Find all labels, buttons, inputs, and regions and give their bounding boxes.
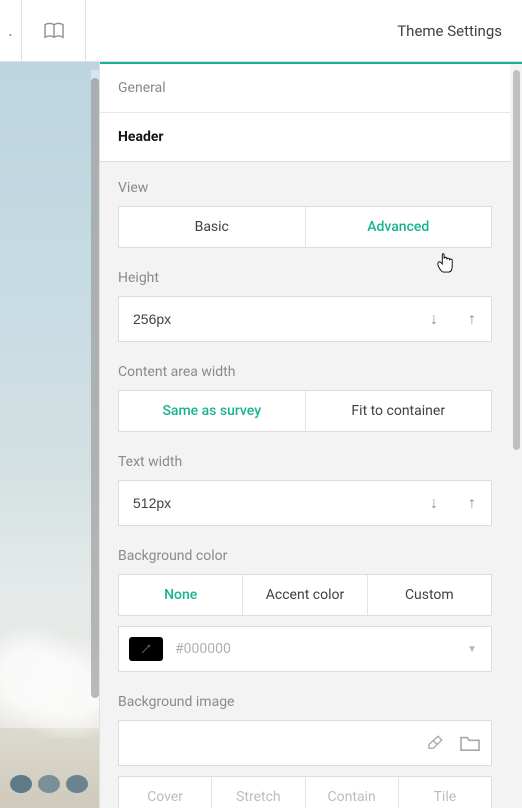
bg-image-input-row [118,720,492,766]
preview-scrollbar[interactable] [91,70,99,710]
toolbar-left-group: . [0,0,86,61]
canvas-preview [0,62,100,808]
dots-icon: . [8,20,13,41]
height-decrease-button[interactable]: ↓ [415,297,453,341]
bg-color-toggle: None Accent color Custom [118,574,492,616]
book-icon [43,22,65,40]
content-width-option-same[interactable]: Same as survey [119,391,306,431]
chevron-down-icon: ▼ [467,644,477,655]
height-increase-button[interactable]: ↑ [453,297,491,341]
content-width-option-fit[interactable]: Fit to container [306,391,492,431]
view-label: View [118,180,492,196]
panel-title: Theme Settings [397,0,502,62]
bg-image-fit-toggle: Cover Stretch Contain Tile [118,776,492,808]
bg-image-label: Background image [118,694,492,710]
view-option-advanced[interactable]: Advanced [306,207,492,247]
content-width-group: Content area width Same as survey Fit to… [118,364,492,432]
section-header[interactable]: Header [100,113,510,162]
folder-icon [459,734,481,752]
arrow-up-icon: ↑ [468,309,476,329]
bg-image-fit-tile[interactable]: Tile [399,777,491,808]
eyedropper-icon [140,643,152,655]
color-swatch [129,637,163,661]
bg-image-clear-button[interactable] [425,734,445,752]
bg-color-option-custom[interactable]: Custom [368,575,491,615]
view-option-basic[interactable]: Basic [119,207,306,247]
bg-color-group: Background color None Accent color Custo… [118,548,492,672]
text-width-increase-button[interactable]: ↑ [453,481,491,525]
text-width-input[interactable] [119,481,415,525]
bg-color-picker[interactable]: #000000 ▼ [118,626,492,672]
panel-scrollbar[interactable] [512,68,522,804]
content-width-toggle: Same as survey Fit to container [118,390,492,432]
top-toolbar: . Theme Settings [0,0,522,62]
text-width-group: Text width ↓ ↑ [118,454,492,526]
bg-image-fit-contain[interactable]: Contain [306,777,399,808]
bg-image-fit-stretch[interactable]: Stretch [212,777,305,808]
arrow-down-icon: ↓ [430,309,438,329]
bg-color-option-none[interactable]: None [119,575,243,615]
bg-image-browse-button[interactable] [459,734,481,752]
bg-color-hex: #000000 [175,641,231,657]
text-width-label: Text width [118,454,492,470]
arrow-down-icon: ↓ [430,493,438,513]
bg-color-option-accent[interactable]: Accent color [243,575,367,615]
arrow-up-icon: ↑ [468,493,476,513]
eraser-icon [425,734,445,752]
section-general[interactable]: General [100,64,510,113]
height-input[interactable] [119,297,415,341]
bg-color-label: Background color [118,548,492,564]
scrollbar-thumb[interactable] [513,70,520,450]
view-toggle: Basic Advanced [118,206,492,248]
height-label: Height [118,270,492,286]
preview-button[interactable] [22,0,86,61]
height-group: Height ↓ ↑ [118,270,492,342]
bg-image-group: Background image [118,694,492,808]
more-menu-button[interactable]: . [0,0,22,61]
bg-image-fit-cover[interactable]: Cover [119,777,212,808]
text-width-decrease-button[interactable]: ↓ [415,481,453,525]
view-group: View Basic Advanced [118,180,492,248]
height-input-wrapper: ↓ ↑ [118,296,492,342]
content-width-label: Content area width [118,364,492,380]
text-width-input-wrapper: ↓ ↑ [118,480,492,526]
theme-settings-panel: General Header View Basic Advanced Heigh… [100,62,522,808]
